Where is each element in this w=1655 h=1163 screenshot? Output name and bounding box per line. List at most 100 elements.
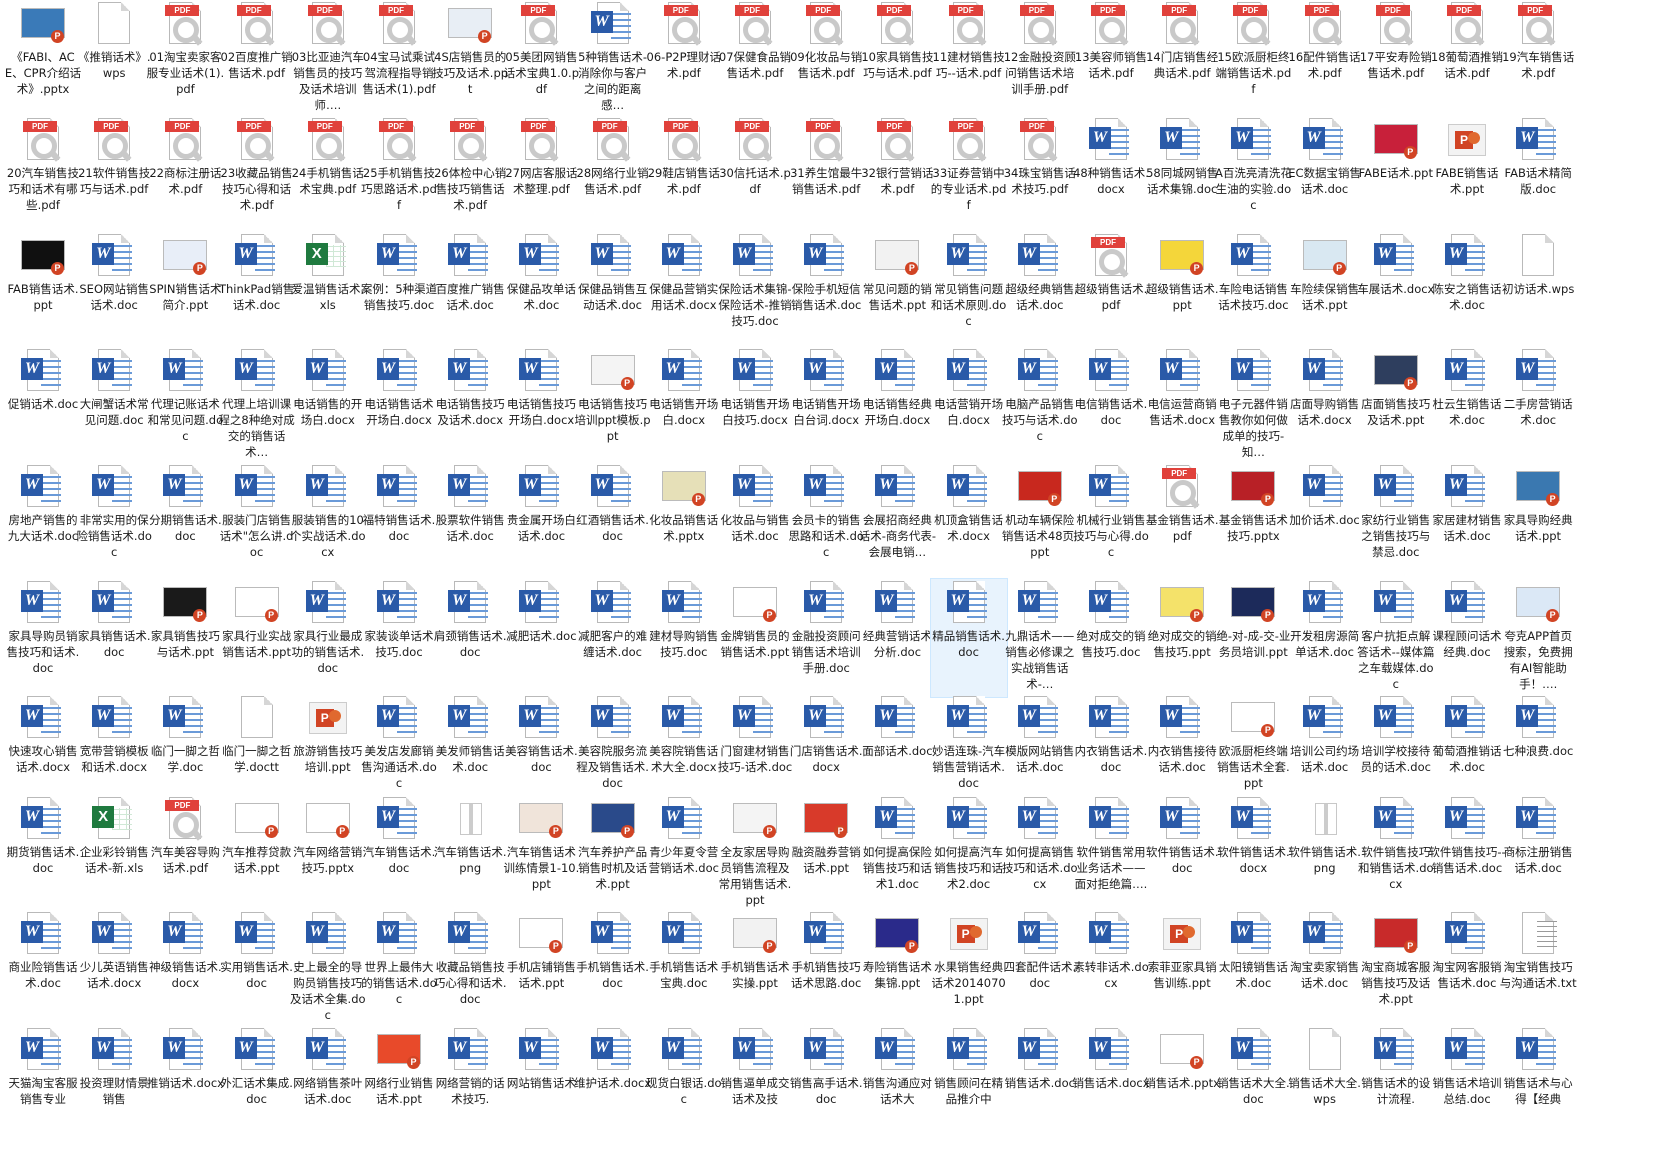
file-item[interactable]: PDF 汽车美容导购话术.pdf bbox=[147, 795, 223, 913]
file-item[interactable]: W 车展话术.docx bbox=[1357, 232, 1434, 350]
file-item[interactable]: W 电子元器件销售教你如何做成单的技巧-知… bbox=[1215, 347, 1291, 465]
file-item[interactable]: P 《FABI、ACE、CPR介绍话术》.pptx bbox=[5, 0, 81, 118]
file-item[interactable]: W FAB话术精简版.doc bbox=[1500, 116, 1576, 234]
file-item[interactable]: P SPIN销售话术简介.ppt bbox=[147, 232, 223, 350]
file-item[interactable]: 临门一脚之哲学.doctt bbox=[219, 694, 295, 798]
file-item[interactable]: PDF 10家具销售技巧与话术.pdf bbox=[859, 0, 935, 118]
file-item[interactable]: P 旅游销售技巧培训.ppt bbox=[290, 694, 366, 798]
file-item[interactable]: P FABE话术.ppt bbox=[1358, 116, 1434, 234]
file-item[interactable]: W 机顶盒销售话术.docx bbox=[931, 463, 1007, 581]
file-item[interactable]: W 销售逼单成交话术及技 bbox=[717, 1026, 793, 1163]
file-item[interactable]: W 销售高手话术.doc bbox=[788, 1026, 864, 1163]
file-item[interactable]: P 化妆品销售话术.pptx bbox=[646, 463, 722, 581]
file-item[interactable]: W 绝对成交的销售技巧.doc bbox=[1073, 579, 1149, 697]
file-item[interactable]: W 快速攻心销售话术.docx bbox=[5, 694, 81, 798]
file-item[interactable]: W 世界上最伟大的销售话术.doc bbox=[361, 910, 437, 1028]
file-item[interactable]: W 临门一脚之哲学.doc bbox=[147, 694, 223, 798]
file-item[interactable]: W 美发师销售话术.doc bbox=[432, 694, 508, 798]
file-item[interactable]: W SEO网站销售话术.doc bbox=[76, 232, 152, 350]
file-item[interactable]: W 收藏品销售技巧心得和话术.doc bbox=[432, 910, 508, 1028]
file-item[interactable]: P 家具行业实战销售话术.ppt bbox=[219, 579, 295, 697]
file-item[interactable]: W 肩颈销售话术.doc bbox=[432, 579, 508, 697]
file-item[interactable]: W 二手房营销话术.doc bbox=[1500, 347, 1576, 465]
file-item[interactable]: PDF 02百度推广销售话术.pdf bbox=[219, 0, 295, 118]
file-item[interactable]: PDF 16配件销售话术.pdf bbox=[1287, 0, 1363, 118]
file-item[interactable]: W 家居建材销售话术.doc bbox=[1429, 463, 1505, 581]
file-item[interactable]: PDF 01淘宝卖家客服专业话术(1).pdf bbox=[147, 0, 224, 118]
file-item[interactable]: W 期货销售话术.doc bbox=[5, 795, 81, 913]
file-item[interactable]: W 素转非话术.docx bbox=[1073, 910, 1149, 1028]
file-item[interactable]: W 陈安之销售话术.doc bbox=[1429, 232, 1505, 350]
file-item[interactable]: P 常见问题的销售话术.ppt bbox=[859, 232, 935, 350]
file-item[interactable]: PDF 基金销售话术.pdf bbox=[1144, 463, 1220, 581]
file-item[interactable]: PDF 22商标注册话术.pdf bbox=[147, 116, 223, 234]
file-item[interactable]: P 电话销售技巧培训ppt模板.ppt bbox=[575, 347, 651, 465]
file-item[interactable]: W 开发租房源简单话术.doc bbox=[1287, 579, 1363, 697]
file-item[interactable]: W 手机销售技巧话术思路.doc bbox=[788, 910, 864, 1028]
file-item[interactable]: 汽车销售话术.png bbox=[432, 795, 508, 913]
file-item[interactable]: P 汽车网络营销技巧.pptx bbox=[290, 795, 366, 913]
file-item[interactable]: W 软件销售话术.doc bbox=[1144, 795, 1220, 913]
file-item[interactable]: PDF 15欧派厨柜终端销售话术.pdf bbox=[1215, 0, 1291, 118]
file-item[interactable]: W 淘宝卖家销售话术.doc bbox=[1287, 910, 1363, 1028]
file-item[interactable]: W 九鼎话术——销售必修课之实战销售话术-… bbox=[1002, 579, 1078, 697]
file-item[interactable]: W 投资理财情景销售 bbox=[76, 1026, 152, 1163]
file-item[interactable]: PDF 03比亚迪汽车销售员的技巧及话术培训师…. bbox=[290, 0, 366, 118]
file-item[interactable]: W 分期销售话术.doc bbox=[147, 463, 223, 581]
file-item[interactable]: W 化妆品与销售话术.doc bbox=[717, 463, 793, 581]
file-item[interactable]: W 美容销售话术.doc bbox=[503, 694, 579, 798]
file-item[interactable]: W 建材导购销售技巧.doc bbox=[646, 579, 722, 697]
file-item[interactable]: P 手机店铺销售话术.ppt bbox=[503, 910, 579, 1028]
file-item[interactable]: 软件销售话术.png bbox=[1287, 795, 1363, 913]
file-item[interactable]: W 葡萄酒推销话术.doc bbox=[1429, 694, 1505, 798]
file-item[interactable]: W 内衣销售话术.doc bbox=[1073, 694, 1149, 798]
file-item[interactable]: W 代理上培训课程之8种绝对成交的销售话术… bbox=[218, 347, 295, 465]
file-item[interactable]: PDF 05美团网销售话术宝典1.0.pdf bbox=[503, 0, 579, 118]
file-item[interactable]: W 5种销售话术-消除你与客户之间的距离感… bbox=[575, 0, 651, 118]
file-item[interactable]: W 软件销售常用业务话术——面对拒绝篇…. bbox=[1073, 795, 1149, 913]
file-item[interactable]: P FAB销售话术.ppt bbox=[5, 232, 81, 350]
file-item[interactable]: W 家装谈单话术技巧.doc bbox=[361, 579, 437, 697]
file-item[interactable]: PDF 13美容师销售话术.pdf bbox=[1073, 0, 1149, 118]
file-item[interactable]: 《推销话术》.wps bbox=[76, 0, 152, 118]
file-item[interactable]: PDF 11建材销售技巧--话术.pdf bbox=[931, 0, 1007, 118]
file-item[interactable]: P 融资融券营销话术.ppt bbox=[788, 795, 864, 913]
file-item[interactable]: W 股票软件销售话术.doc bbox=[432, 463, 508, 581]
file-item[interactable]: W 美容院服务流程及销售话术.doc bbox=[575, 694, 651, 798]
file-item[interactable]: X 企业彩铃销售话术-新.xls bbox=[76, 795, 152, 913]
file-item[interactable]: W 如何提高保险销售技巧和话术1.doc bbox=[859, 795, 935, 913]
file-item[interactable]: W 神级销售话术.docx bbox=[147, 910, 223, 1028]
file-item[interactable]: P 家具销售技巧与话术.ppt bbox=[147, 579, 223, 697]
file-item[interactable]: W 电脑产品销售技巧与话术.doc bbox=[1002, 347, 1078, 465]
file-item[interactable]: W 加价话术.doc bbox=[1287, 463, 1363, 581]
file-item[interactable]: W 机械行业销售技巧与心得.doc bbox=[1073, 463, 1149, 581]
file-item[interactable]: W 电话销售开场白技巧.docx bbox=[717, 347, 793, 465]
file-item[interactable]: W 网络销售茶叶话术.doc bbox=[290, 1026, 366, 1163]
file-item[interactable]: W 淘宝网客服销售话术.doc bbox=[1429, 910, 1505, 1028]
file-item[interactable]: 初访话术.wps bbox=[1500, 232, 1576, 350]
file-item[interactable]: 销售话术大全.wps bbox=[1287, 1026, 1363, 1163]
file-item[interactable]: W 案例：5种渠道销售技巧.doc bbox=[361, 232, 437, 350]
file-item[interactable]: W 电信运营商销售话术.docx bbox=[1144, 347, 1220, 465]
file-item[interactable]: W 软件销售技巧和销售话术.docx bbox=[1358, 795, 1434, 913]
file-item[interactable]: W 减肥话术.doc bbox=[503, 579, 579, 697]
file-item[interactable]: W 网络营销的话术技巧. bbox=[432, 1026, 508, 1163]
file-item[interactable]: W 销售话术大全.doc bbox=[1215, 1026, 1291, 1163]
file-item[interactable]: W 美发店发廊销售沟通话术.doc bbox=[361, 694, 437, 798]
file-item[interactable]: W 如何提高销售技巧和话术.docx bbox=[1002, 795, 1078, 913]
file-item[interactable]: W 促销话术.doc bbox=[5, 347, 81, 465]
file-item[interactable]: X 爱温销售话术.xls bbox=[290, 232, 366, 350]
file-item[interactable]: W 贵金属开场白话术.doc bbox=[503, 463, 579, 581]
file-item[interactable]: W 电话销售技巧开场白.docx bbox=[503, 347, 579, 465]
file-item[interactable]: W 商业险销售话术.doc bbox=[5, 910, 81, 1028]
file-item[interactable]: W 服装销售的10个实战话术.docx bbox=[290, 463, 366, 581]
file-item[interactable]: PDF 20汽车销售技巧和话术有哪些.pdf bbox=[5, 116, 81, 234]
file-item[interactable]: PDF 09化妆品与销售话术.pdf bbox=[788, 0, 864, 118]
file-item[interactable]: W 青少年夏令营营销话术.doc bbox=[646, 795, 722, 913]
file-item[interactable]: W 48种销售话术.docx bbox=[1073, 116, 1149, 234]
file-item[interactable]: W 家纺行业销售之销售技巧与禁忌.doc bbox=[1358, 463, 1434, 581]
file-item[interactable]: W 七种浪费.doc bbox=[1500, 694, 1576, 798]
file-item[interactable]: PDF 12金融投资顾问销售话术培训手册.pdf bbox=[1002, 0, 1078, 118]
file-item[interactable]: PDF 31养生馆最牛销售话术.pdf bbox=[788, 116, 864, 234]
file-item[interactable]: W 商标注册销售话术.doc bbox=[1500, 795, 1576, 913]
